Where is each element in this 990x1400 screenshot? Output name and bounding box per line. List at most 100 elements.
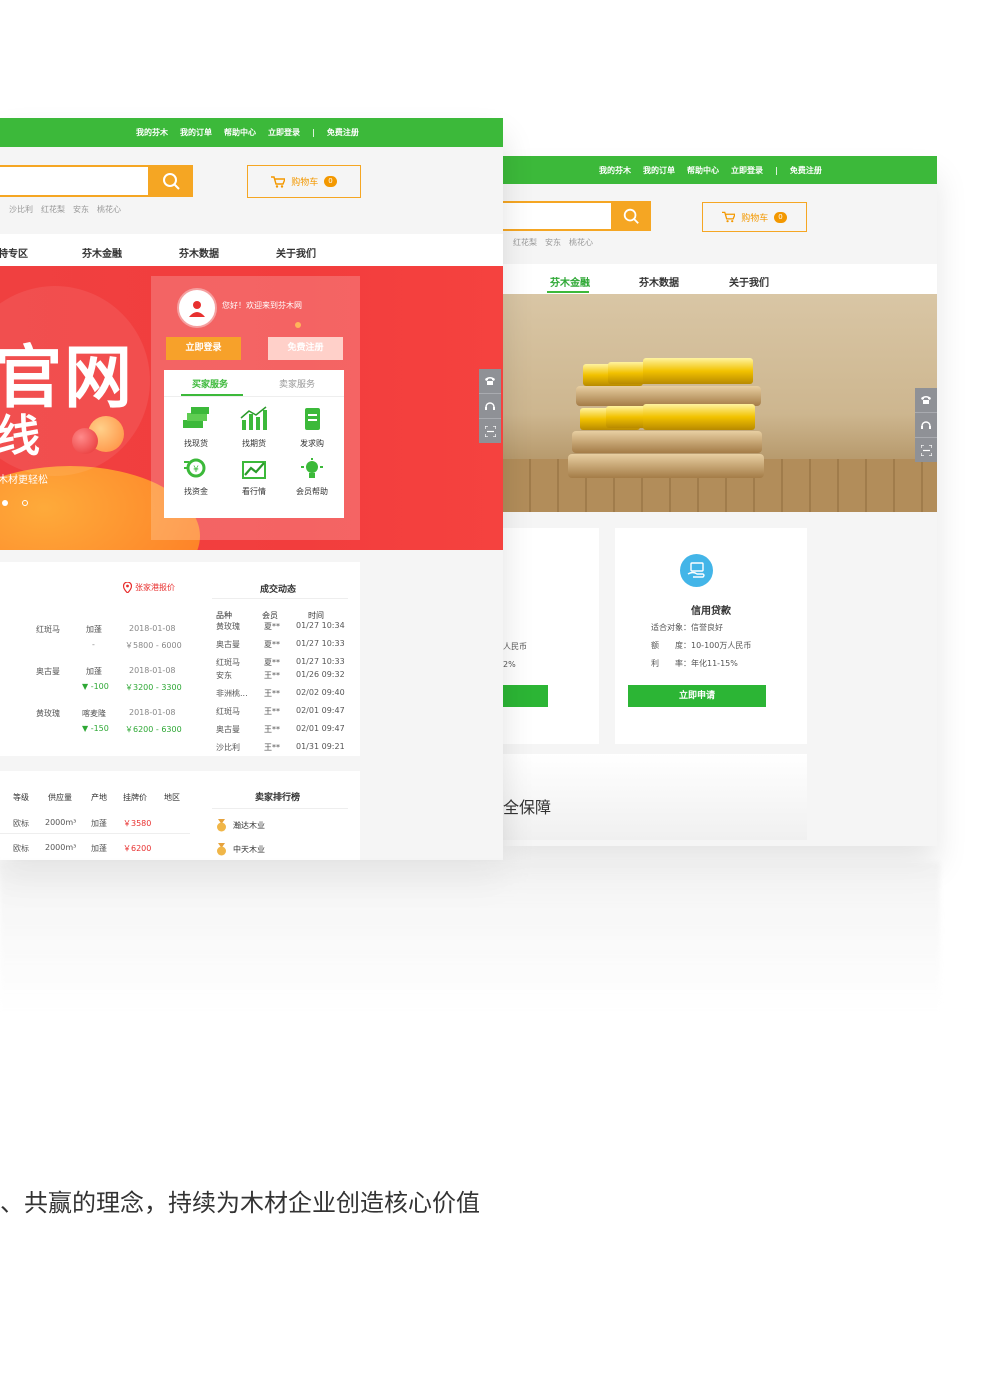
left-topbar: 我的芬木 我的订单 帮助中心 立即登录 | 免费注册 (0, 118, 503, 147)
deal-cell: 王** (264, 689, 280, 698)
cart-count-badge: 0 (324, 176, 337, 187)
deal-cell: 红斑马 (216, 658, 240, 667)
topbar-link-help[interactable]: 帮助中心 (687, 165, 719, 176)
bar-row-mid (580, 404, 755, 430)
register-button[interactable]: 免费注册 (268, 337, 343, 360)
nav-item-about[interactable]: 关于我们 (276, 245, 316, 260)
price-panel: 张家港报价 红斑马 加蓬 2018-01-08 - ￥5800 - 6000 奥… (0, 562, 198, 756)
trend-icon (242, 461, 266, 479)
loan-card-partial: 人民币 2% (503, 528, 599, 744)
topbar-link-register[interactable]: 免费注册 (327, 127, 359, 138)
apply-button[interactable]: 立即申请 (628, 685, 766, 707)
service-label: 找现货 (184, 439, 208, 448)
right-topbar: 我的芬木 我的订单 帮助中心 立即登录 | 免费注册 (503, 156, 937, 184)
location-pin-icon (123, 582, 132, 593)
hot-word[interactable]: 桃花心 (569, 237, 593, 248)
rank-item[interactable]: 瀚达木业 (216, 819, 265, 832)
hot-word[interactable]: 桃花心 (97, 204, 121, 215)
rank-item[interactable]: 中天木业 (216, 843, 265, 856)
topbar-link-my[interactable]: 我的芬木 (599, 165, 631, 176)
left-side-float (479, 369, 501, 443)
left-search-button[interactable] (148, 165, 193, 197)
nav-item-finance[interactable]: 芬木金融 (82, 245, 122, 260)
loan-detail-line: 额 度：10-100万人民币 (651, 641, 752, 650)
deals-title: 成交动态 (260, 585, 297, 595)
carousel-dot-active[interactable] (2, 500, 8, 506)
member-panel: 您好！欢迎来到芬木网 立即登录 免费注册 买家服务 卖家服务 找现货 找期货 发… (151, 276, 360, 540)
price-change: ▼ -100 (82, 682, 109, 691)
deal-cell: 黄玫瑰 (216, 622, 240, 631)
svg-text:¥: ¥ (193, 465, 199, 475)
topbar-link-orders[interactable]: 我的订单 (643, 165, 675, 176)
topbar-link-my[interactable]: 我的芬木 (136, 127, 168, 138)
price-place: 加蓬 (86, 625, 102, 634)
supply-cell: 2000m³ (45, 843, 77, 852)
tab-seller-service[interactable]: 卖家服务 (279, 377, 315, 390)
service-member-help[interactable]: 会员帮助 (294, 458, 330, 497)
banner-subline: 木材更轻松 (0, 475, 48, 486)
phone-icon[interactable] (915, 388, 937, 413)
topbar-link-register[interactable]: 免费注册 (790, 165, 822, 176)
deals-panel: 成交动态 品种 会员 时间 黄玫瑰 夏** 01/27 10:34 奥古曼 夏*… (198, 562, 360, 756)
slogan-text: 、共赢的理念，持续为木材企业创造核心价值 (0, 1189, 480, 1217)
price-range: ￥6200 - 6300 (125, 725, 182, 734)
price-name: 红斑马 (36, 625, 60, 634)
hot-word[interactable]: 沙比利 (9, 204, 33, 215)
supply-cell: 2000m³ (45, 818, 77, 827)
topbar-link-login[interactable]: 立即登录 (731, 165, 763, 176)
rank-divider (212, 808, 348, 809)
loan-title: 信用贷款 (691, 606, 731, 617)
carousel-dot[interactable] (22, 500, 28, 506)
price-title-text: 张家港报价 (135, 583, 175, 592)
user-icon (189, 301, 205, 317)
deal-cell: 沙比利 (216, 743, 240, 752)
security-card: 全保障 (503, 754, 807, 840)
topbar-link-orders[interactable]: 我的订单 (180, 127, 212, 138)
price-name: 黄玫瑰 (36, 709, 60, 718)
deal-cell: 02/01 09:47 (296, 724, 345, 733)
hot-word[interactable]: 红花梨 (513, 237, 537, 248)
service-label: 找期货 (242, 439, 266, 448)
phone-icon[interactable] (479, 369, 501, 394)
right-search-input[interactable] (501, 201, 613, 231)
topbar-link-help[interactable]: 帮助中心 (224, 127, 256, 138)
login-button[interactable]: 立即登录 (166, 337, 241, 360)
nav-item-data[interactable]: 芬木数据 (639, 274, 679, 289)
topbar-link-login[interactable]: 立即登录 (268, 127, 300, 138)
medal-icon (217, 843, 226, 856)
nav-item-about[interactable]: 关于我们 (729, 274, 769, 289)
price-title[interactable]: 张家港报价 (123, 582, 175, 593)
reflection (0, 862, 940, 1012)
partial-apply-button[interactable] (503, 685, 548, 707)
service-find-funds[interactable]: ¥ 找资金 (178, 458, 214, 497)
hot-word[interactable]: 安东 (545, 237, 561, 248)
welcome-text: 您好！欢迎来到芬木网 (222, 301, 302, 310)
clipboard-icon (305, 408, 320, 430)
tab-buyer-service[interactable]: 买家服务 (192, 377, 228, 390)
deal-cell: 红斑马 (216, 707, 240, 716)
cart-label: 购物车 (741, 213, 769, 224)
nav-item-finance[interactable]: 芬木金融 (550, 274, 590, 289)
left-hot-words: 沙比利 红花梨 安东 桃花心 (9, 204, 121, 215)
right-search-button[interactable] (611, 201, 651, 231)
left-search-input[interactable] (0, 165, 150, 197)
hot-word[interactable]: 安东 (73, 204, 89, 215)
service-view-market[interactable]: 看行情 (236, 458, 272, 497)
price-date: 2018-01-08 (129, 624, 176, 633)
cart-icon (271, 175, 286, 188)
nav-item-special[interactable]: 特专区 (0, 245, 28, 260)
service-post-request[interactable]: 发求购 (294, 406, 330, 449)
right-cart-button[interactable]: 购物车 0 (702, 202, 807, 232)
deals-title-divider (212, 598, 348, 599)
left-cart-button[interactable]: 购物车 0 (247, 165, 361, 198)
deals-header: 会员 (262, 611, 278, 620)
price-range: ￥5800 - 6000 (125, 641, 182, 650)
hot-word[interactable]: 红花梨 (41, 204, 65, 215)
service-find-futures[interactable]: 找期货 (236, 406, 272, 449)
headset-icon[interactable] (479, 394, 501, 419)
qrcode-icon[interactable] (915, 438, 937, 462)
service-find-spot[interactable]: 找现货 (178, 406, 214, 449)
headset-icon[interactable] (915, 413, 937, 438)
qrcode-icon[interactable] (479, 419, 501, 443)
nav-item-data[interactable]: 芬木数据 (179, 245, 219, 260)
